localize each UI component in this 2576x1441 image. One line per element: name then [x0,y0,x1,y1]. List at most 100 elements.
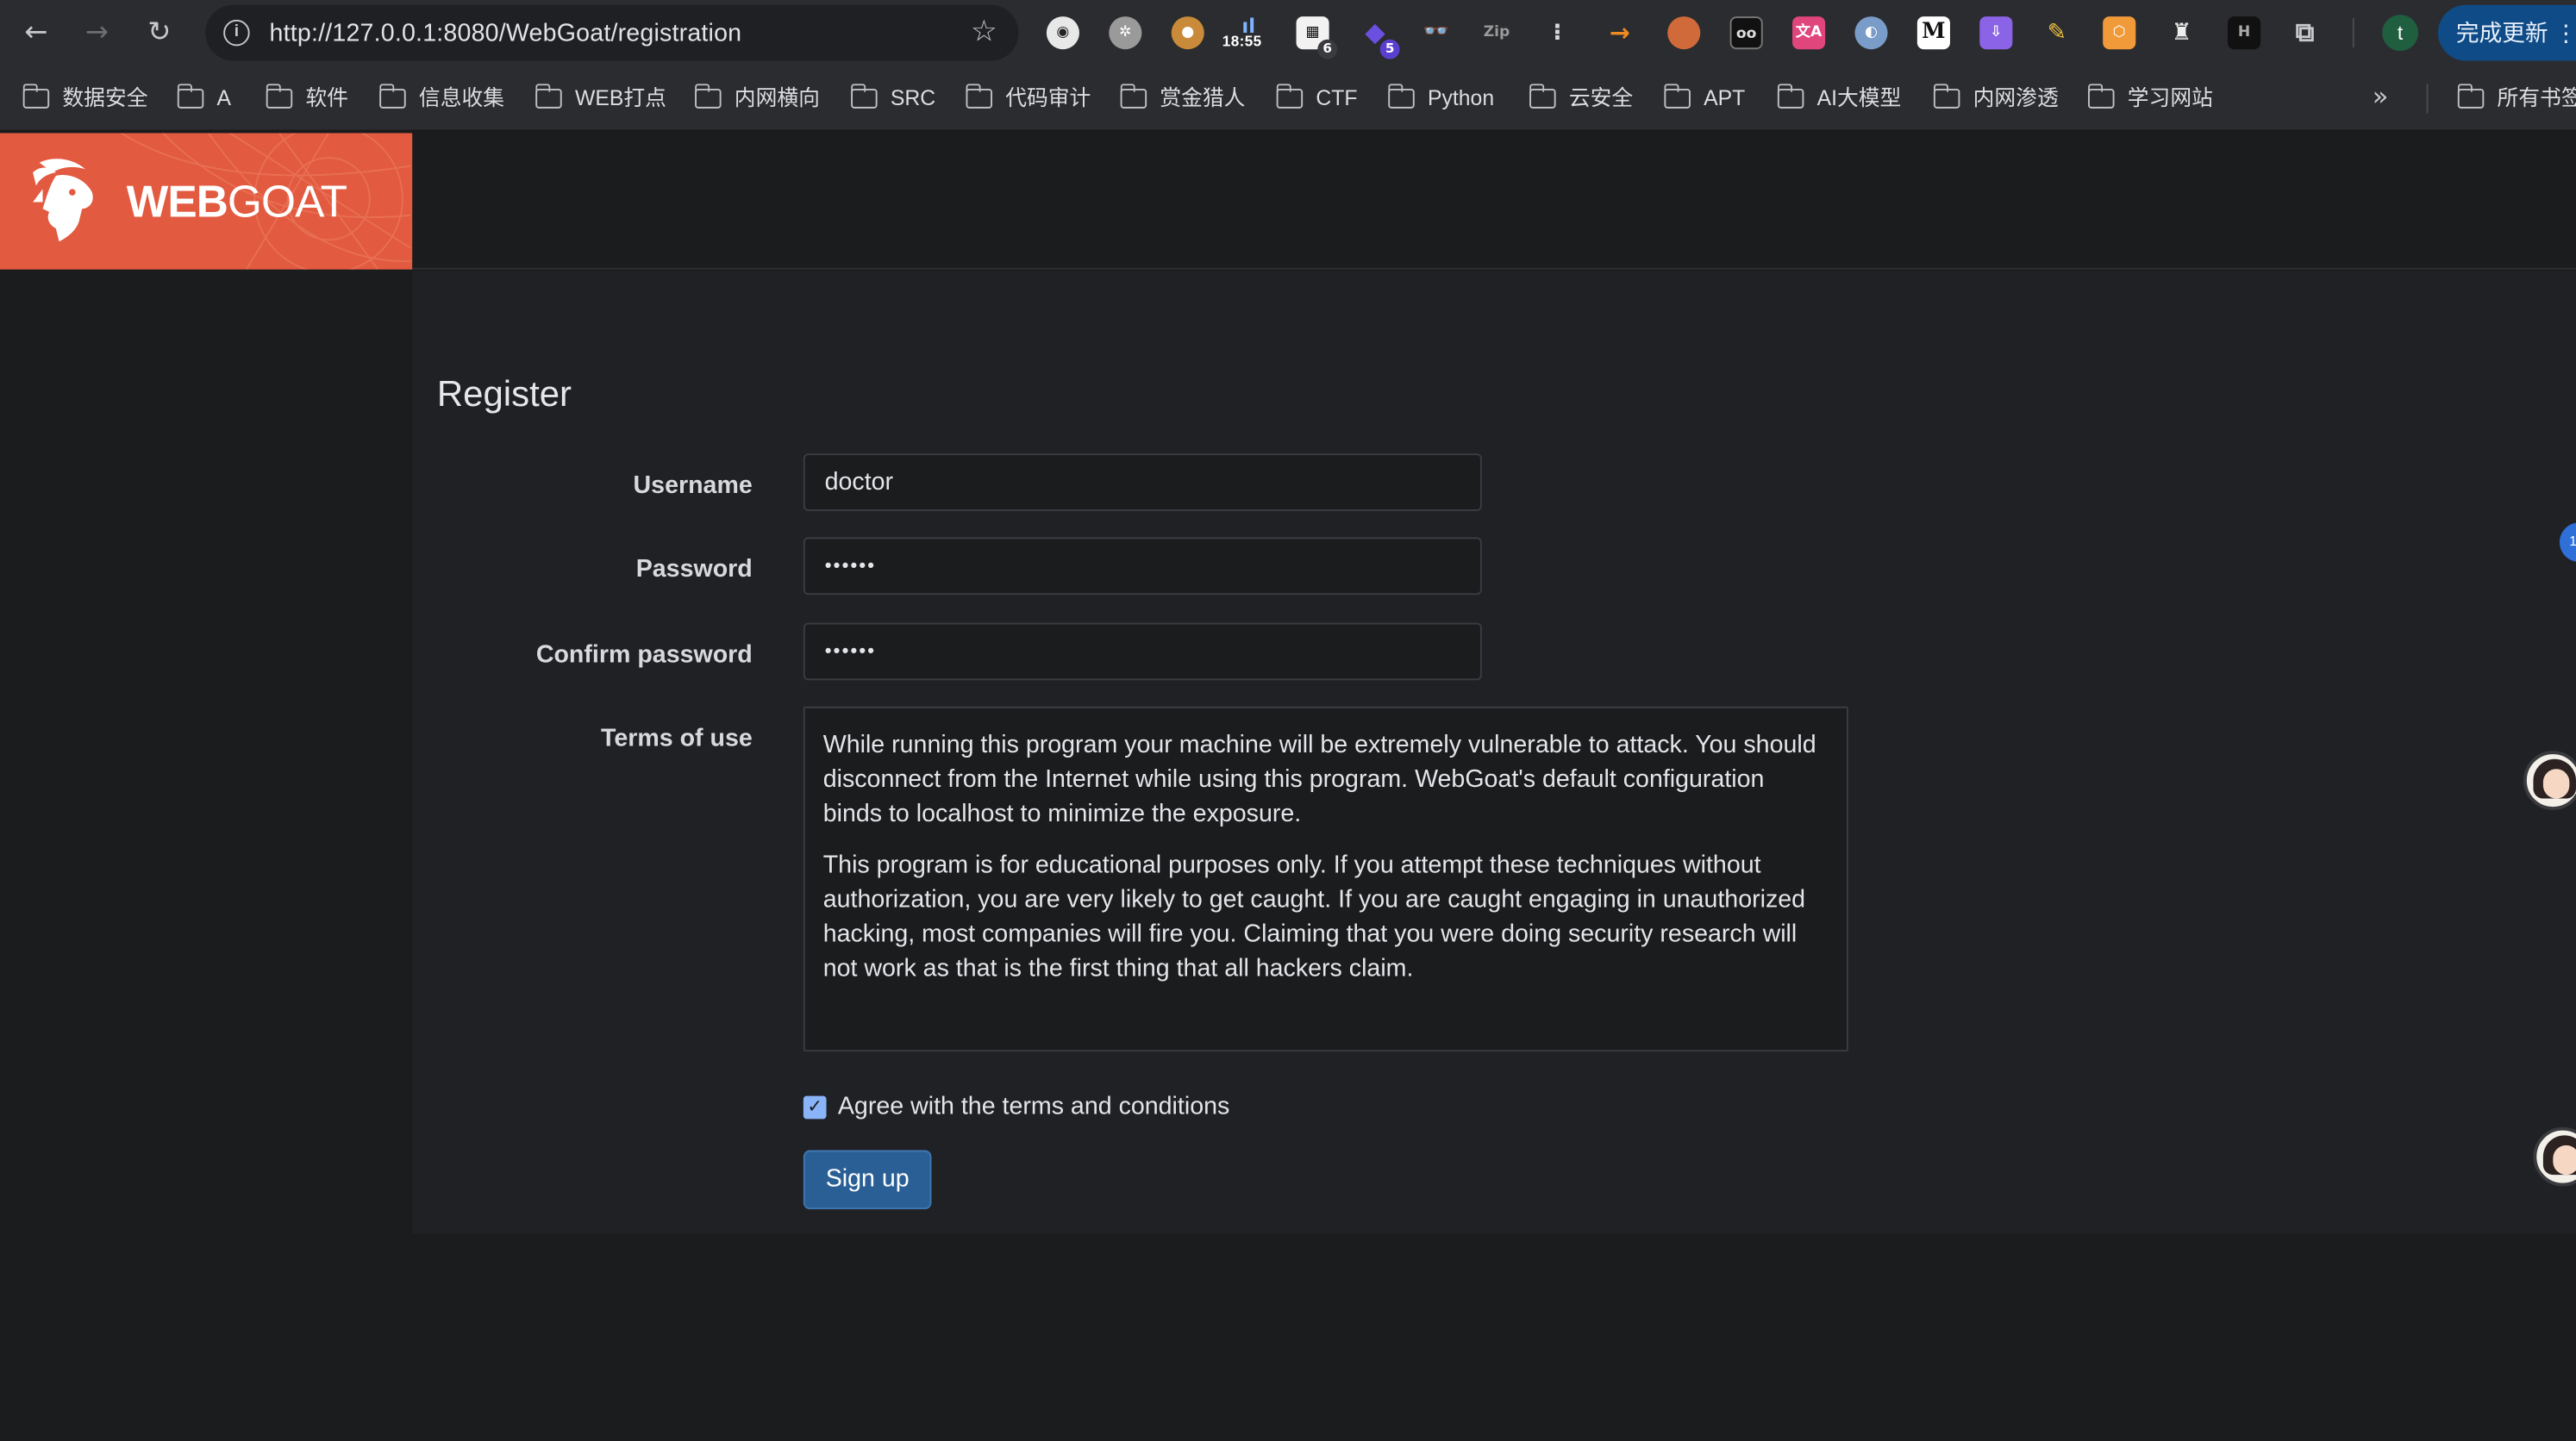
bookmark-label: 软件 [305,85,349,110]
forward-icon[interactable]: → [78,13,117,53]
extension-glasses-icon[interactable]: 👓 [1419,16,1452,49]
extension-cookie-icon[interactable]: ● [1171,16,1204,50]
bookmark-label: 信息收集 [418,85,505,110]
bookmark-label: AI大模型 [1816,85,1902,110]
bookmark-folder[interactable]: 代码审计 [965,84,1091,113]
bookmark-label: 赏金猎人 [1160,85,1246,110]
bookmark-folder[interactable]: Python [1387,84,1495,113]
reload-icon[interactable]: ↻ [140,13,179,53]
bookmark-label: Python [1427,85,1495,110]
site-info-icon[interactable]: i [223,19,250,47]
folder-icon [22,84,50,109]
extension-circle-icon[interactable] [1667,16,1701,50]
url-text[interactable]: http://127.0.0.1:8080/WebGoat/registrati… [270,20,742,47]
bookmark-label: 所有书签 [2497,85,2576,110]
confirm-password-input[interactable]: •••••• [803,622,1482,681]
bookmark-folder[interactable]: 数据安全 [22,84,148,113]
bookmark-folder[interactable]: WEB打点 [535,84,666,113]
update-button[interactable]: 完成更新 ⋮ [2437,4,2576,61]
extension-goat-icon[interactable]: ◉ [1046,16,1079,50]
extension-shirt-icon[interactable]: ♜ [2166,16,2198,49]
bookmark-folder[interactable]: APT [1663,84,1746,113]
webgoat-page: WEBGOAT Register Username doctor Passwor… [0,133,2576,1441]
folder-icon [265,84,293,109]
extension-arrow-icon[interactable]: → [1604,16,1636,49]
extension-gem-icon[interactable]: ◆ 5 [1359,16,1400,59]
folder-icon [965,84,992,109]
username-input[interactable]: doctor [803,453,1482,511]
folder-icon [2087,84,2115,109]
bookmarks-separator [2426,84,2429,114]
bookmark-folder[interactable]: SRC [850,84,936,113]
bookmark-label: 云安全 [1568,85,1634,110]
bookmark-folder[interactable]: 赏金猎人 [1119,84,1246,113]
extension-globe-icon[interactable]: ◐ [1854,16,1888,50]
extension-dots-icon[interactable]: ⁝ [1541,16,1573,49]
folder-icon [1387,84,1415,109]
folder-icon [1932,84,1960,109]
bookmark-folder[interactable]: AI大模型 [1776,84,1902,113]
bookmark-label: SRC [890,85,936,110]
folder-icon [378,84,406,109]
signup-button[interactable]: Sign up [803,1150,932,1210]
bookmark-star-icon[interactable]: ☆ [971,15,997,49]
bookmarks-bar: 数据安全 A 软件 信息收集 WEB打点 内网横向 SRC 代码审计 赏金猎人 … [0,66,2576,132]
password-input[interactable]: •••••• [803,537,1482,596]
bookmark-folder[interactable]: 软件 [265,84,349,113]
extension-badge-count: 6 [1317,39,1338,59]
folder-icon [1119,84,1147,109]
bookmark-label: WEB打点 [574,85,666,110]
folder-icon [1275,84,1304,109]
back-icon[interactable]: ← [16,13,56,53]
folder-icon [850,84,878,109]
extension-hex-icon[interactable]: ⬡ [2103,16,2136,50]
extension-translate-icon[interactable]: 文A [1792,16,1826,50]
page-title: Register [436,372,572,415]
bookmark-label: 学习网站 [2127,85,2213,110]
brand-wordmark: WEBGOAT [127,178,347,227]
brand-header[interactable]: WEBGOAT [0,133,413,270]
extension-zip-icon[interactable]: Zip [1480,16,1513,49]
brand-bold: WEB [126,177,228,228]
bookmark-label: CTF [1316,85,1358,110]
username-label: Username [633,471,753,500]
extension-time-label: 18:55 [1222,33,1262,50]
toolbar-separator [2352,17,2354,48]
bookmark-folder[interactable]: 云安全 [1529,84,1633,113]
bookmark-folder[interactable]: 学习网站 [2087,84,2213,113]
extension-h-icon[interactable]: H [2228,16,2261,50]
page-header-bar [412,133,2576,270]
terms-label: Terms of use [600,724,753,753]
extension-medium-icon[interactable]: M [1916,16,1950,50]
bookmark-label: APT [1704,85,1746,110]
terms-textarea[interactable]: While running this program your machine … [803,706,1848,1052]
extension-gear-icon[interactable]: ✲ [1109,16,1142,50]
address-bar[interactable]: i http://127.0.0.1:8080/WebGoat/registra… [205,4,1019,61]
goat-logo-icon [33,159,93,242]
extensions-puzzle-icon[interactable]: ⧉ [2289,16,2322,49]
bookmark-folder[interactable]: CTF [1275,84,1358,113]
profile-avatar[interactable]: t [2382,15,2419,52]
extension-qr-icon[interactable]: ▦ 6 [1296,16,1338,59]
bookmark-folder[interactable]: 内网渗透 [1932,84,2059,113]
terms-paragraph: While running this program your machine … [822,731,1816,828]
bookmark-label: A [216,85,232,110]
extension-mask-icon[interactable]: oo [1729,16,1763,50]
extension-download-icon[interactable]: ⇩ [1979,16,2013,50]
bookmark-folder[interactable]: A [176,84,232,113]
extension-wand-icon[interactable]: ✎ [2041,16,2073,49]
bookmark-label: 内网横向 [734,85,820,110]
bookmark-folder[interactable]: 信息收集 [378,84,505,113]
assistant-avatar-icon[interactable] [2523,751,2576,810]
brand-light: GOAT [227,177,347,228]
agree-label[interactable]: Agree with the terms and conditions [838,1093,1229,1120]
password-label: Password [635,555,753,583]
all-bookmarks-folder[interactable]: 所有书签 [2456,84,2576,113]
folder-icon [535,84,562,109]
more-bookmarks-icon[interactable]: » [2373,80,2389,111]
agree-checkbox[interactable]: ✓ [803,1095,827,1120]
bookmark-folder[interactable]: 内网横向 [694,84,820,113]
folder-icon [1776,84,1804,109]
folder-icon [694,84,722,109]
folder-icon [2456,84,2485,109]
